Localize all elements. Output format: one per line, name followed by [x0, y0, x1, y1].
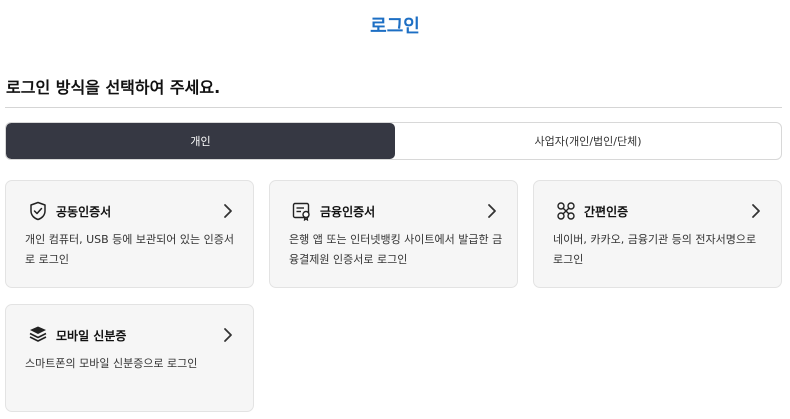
card-description: 네이버, 카카오, 금융기관 등의 전자서명으로 로그인: [553, 233, 757, 266]
tab-personal[interactable]: 개인: [6, 123, 395, 159]
chevron-right-icon: [221, 203, 235, 219]
divider: [5, 107, 782, 108]
chevron-right-icon: [485, 203, 499, 219]
shield-icon: [28, 201, 48, 221]
page-title: 로그인: [370, 16, 420, 37]
card-title: 간편인증: [584, 204, 629, 219]
network-icon: [556, 201, 576, 221]
card-simple-auth[interactable]: 간편인증 네이버, 카카오, 금융기관 등의 전자서명으로 로그인: [533, 180, 782, 288]
card-description: 개인 컴퓨터, USB 등에 보관되어 있는 인증서로 로그인: [25, 233, 234, 266]
card-financial-certificate[interactable]: 금융인증서 은행 앱 또는 인터넷뱅킹 사이트에서 발급한 금융결제원 인증서로…: [269, 180, 518, 288]
card-title: 모바일 신분증: [56, 328, 127, 343]
tab-business[interactable]: 사업자(개인/법인/단체): [395, 123, 781, 159]
card-title: 금융인증서: [320, 204, 376, 219]
card-joint-certificate[interactable]: 공동인증서 개인 컴퓨터, USB 등에 보관되어 있는 인증서로 로그인: [5, 180, 254, 288]
chevron-right-icon: [221, 327, 235, 343]
login-type-tabs: 개인 사업자(개인/법인/단체): [5, 122, 782, 160]
card-description: 은행 앱 또는 인터넷뱅킹 사이트에서 발급한 금융결제원 인증서로 로그인: [289, 233, 503, 266]
card-mobile-id[interactable]: 모바일 신분증 스마트폰의 모바일 신분증으로 로그인: [5, 304, 254, 412]
id-card-stack-icon: [28, 325, 48, 345]
certificate-icon: [292, 201, 312, 221]
card-title: 공동인증서: [56, 204, 112, 219]
section-heading: 로그인 방식을 선택하여 주세요.: [6, 78, 221, 97]
card-description: 스마트폰의 모바일 신분증으로 로그인: [25, 357, 198, 370]
chevron-right-icon: [749, 203, 763, 219]
